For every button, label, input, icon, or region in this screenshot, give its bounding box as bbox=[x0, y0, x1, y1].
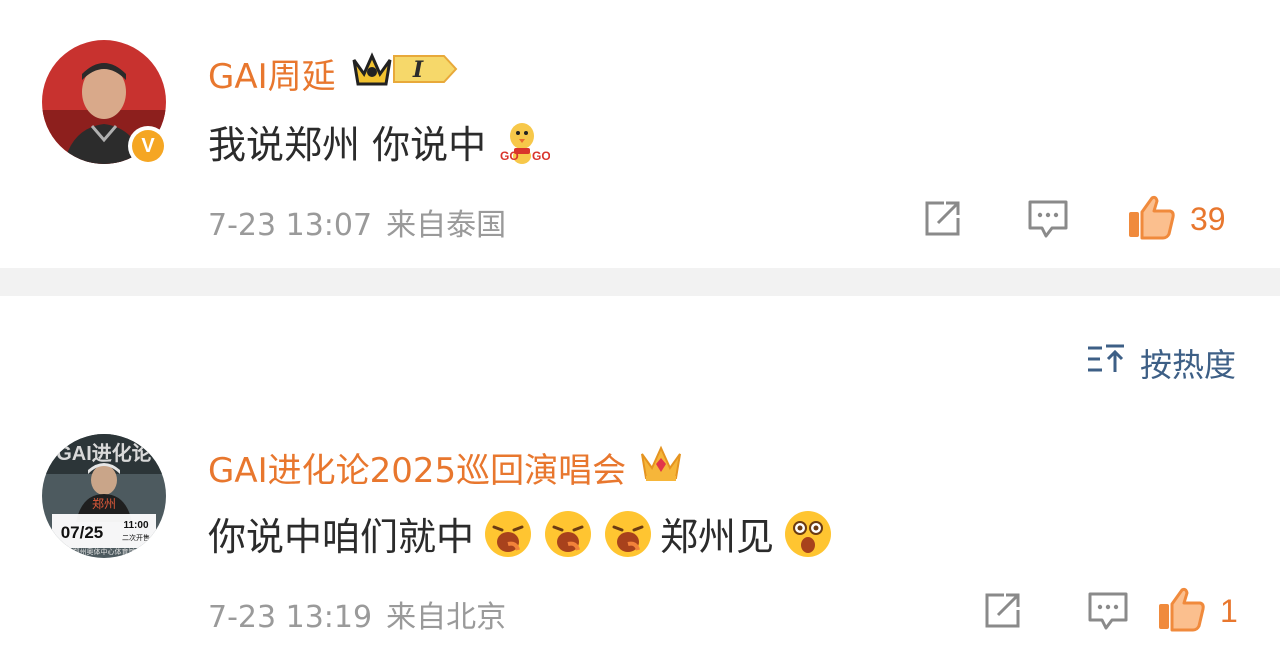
location: 来自北京 bbox=[386, 600, 507, 635]
crown-icon[interactable] bbox=[638, 442, 684, 493]
go-go-chick-emoji-icon: GO GO bbox=[494, 116, 551, 168]
comment-icon bbox=[1026, 198, 1070, 244]
thumbs-up-icon bbox=[1126, 194, 1176, 244]
excited-emoji-icon bbox=[782, 508, 834, 560]
like-button[interactable]: 39 bbox=[1126, 194, 1226, 244]
svg-text:二次开售: 二次开售 bbox=[122, 533, 150, 542]
svg-text:I: I bbox=[411, 57, 423, 83]
bottom-edge bbox=[0, 656, 1280, 671]
comment-button[interactable] bbox=[1086, 590, 1130, 636]
laughing-emoji-icon bbox=[542, 508, 594, 560]
like-count: 39 bbox=[1190, 200, 1226, 237]
sort-label: 按热度 bbox=[1139, 346, 1236, 384]
laughing-emoji-icon bbox=[482, 508, 534, 560]
username-row: GAI周延 I bbox=[208, 48, 460, 99]
share-icon bbox=[922, 198, 964, 242]
username-row: GAI进化论2025巡回演唱会 bbox=[208, 442, 684, 493]
username[interactable]: GAI周延 bbox=[208, 49, 336, 98]
sort-by-hot-button[interactable]: 按热度 bbox=[1086, 340, 1236, 386]
verified-badge-icon: V bbox=[128, 126, 168, 166]
location: 来自泰国 bbox=[386, 208, 507, 243]
laughing-emoji-icon bbox=[602, 508, 654, 560]
crown-level-badge-icon[interactable]: I bbox=[348, 48, 460, 99]
comment-body-tail: 郑州见 bbox=[660, 515, 775, 559]
share-button[interactable] bbox=[982, 590, 1024, 634]
timestamp: 7-23 13:07 bbox=[208, 208, 373, 243]
svg-text:郑州: 郑州 bbox=[92, 496, 116, 511]
comment-body: 我说郑州 你说中 bbox=[208, 123, 487, 167]
thumbs-up-icon bbox=[1156, 586, 1206, 636]
comment-body: 你说中咱们就中 bbox=[208, 515, 475, 559]
username[interactable]: GAI进化论2025巡回演唱会 bbox=[208, 443, 626, 492]
svg-text:11:00: 11:00 bbox=[123, 520, 148, 531]
svg-text:郑州奥体中心体育馆: 郑州奥体中心体育馆 bbox=[73, 547, 136, 556]
comment-icon bbox=[1086, 590, 1130, 636]
svg-text:GO: GO bbox=[532, 149, 550, 163]
timestamp: 7-23 13:19 bbox=[208, 600, 373, 635]
like-count: 1 bbox=[1220, 592, 1238, 629]
section-divider bbox=[0, 268, 1280, 296]
comment-button[interactable] bbox=[1026, 198, 1070, 244]
comment-meta: 7-23 13:07 来自泰国 bbox=[208, 200, 506, 244]
comment-text: 你说中咱们就中 郑州见 bbox=[208, 506, 834, 561]
svg-text:GAI进化论: GAI进化论 bbox=[56, 441, 153, 465]
comment-text: 我说郑州 你说中 GO GO bbox=[208, 114, 551, 169]
share-button[interactable] bbox=[922, 198, 964, 242]
svg-text:07/25: 07/25 bbox=[61, 523, 104, 542]
avatar[interactable]: GAI进化论 郑州 07/25 11:00 二次开售 郑州奥体中心体育馆 bbox=[42, 434, 166, 558]
like-button[interactable]: 1 bbox=[1156, 586, 1238, 636]
weibo-comment-thread: V GAI周延 I 我说郑州 你说中 GO GO 7-23 13:07 来自泰国… bbox=[0, 0, 1280, 671]
sort-icon bbox=[1086, 342, 1126, 384]
comment-meta: 7-23 13:19 来自北京 bbox=[208, 592, 506, 636]
share-icon bbox=[982, 590, 1024, 634]
